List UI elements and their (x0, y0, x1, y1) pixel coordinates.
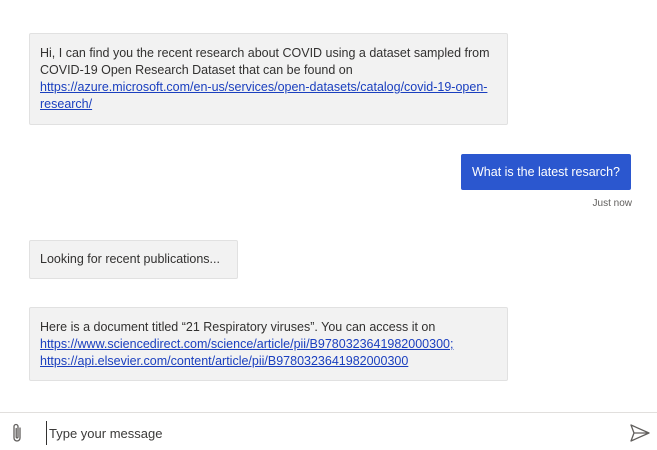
user-message: What is the latest resarch? (461, 154, 631, 190)
message-composer (0, 412, 657, 450)
message-input[interactable] (46, 421, 611, 445)
message-text: Hi, I can find you the recent research a… (40, 46, 490, 77)
message-text: Looking for recent publications... (40, 252, 220, 266)
send-icon[interactable] (629, 423, 651, 443)
bot-message: Hi, I can find you the recent research a… (29, 33, 508, 125)
paperclip-icon[interactable] (9, 422, 25, 444)
elsevier-api-link[interactable]: https://api.elsevier.com/content/article… (40, 354, 408, 368)
message-text: Here is a document titled “21 Respirator… (40, 320, 436, 334)
bot-message: Here is a document titled “21 Respirator… (29, 307, 508, 381)
bot-message: Looking for recent publications... (29, 240, 238, 279)
dataset-link[interactable]: https://azure.microsoft.com/en-us/servic… (40, 80, 487, 111)
sciencedirect-link[interactable]: https://www.sciencedirect.com/science/ar… (40, 337, 453, 351)
message-timestamp: Just now (592, 198, 632, 209)
message-text: What is the latest resarch? (472, 165, 620, 179)
